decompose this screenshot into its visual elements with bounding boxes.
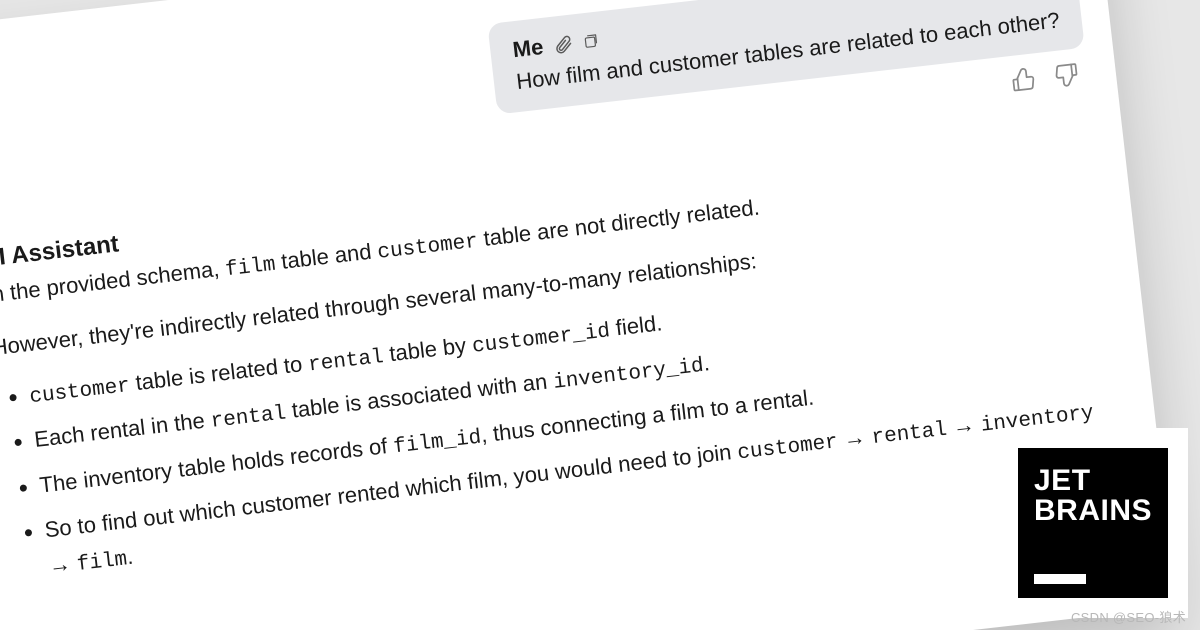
thumbs-down-icon[interactable]	[1052, 61, 1081, 90]
assistant-bullets: customer table is related to rental tabl…	[0, 256, 1122, 588]
jetbrains-logo: JET BRAINS	[998, 428, 1188, 618]
code-customer: customer	[376, 231, 479, 265]
thumbs-up-icon[interactable]	[1009, 66, 1038, 95]
watermark-text: CSDN @SEO-狼术	[1071, 607, 1186, 626]
logo-line-2: BRAINS	[1034, 496, 1152, 526]
user-sender-label: Me	[511, 32, 545, 65]
logo-line-1: JET	[1034, 466, 1152, 496]
logo-bar	[1034, 574, 1086, 584]
code-film: film	[224, 254, 277, 283]
context-icon[interactable]	[582, 32, 600, 50]
attachment-icon[interactable]	[552, 33, 574, 55]
